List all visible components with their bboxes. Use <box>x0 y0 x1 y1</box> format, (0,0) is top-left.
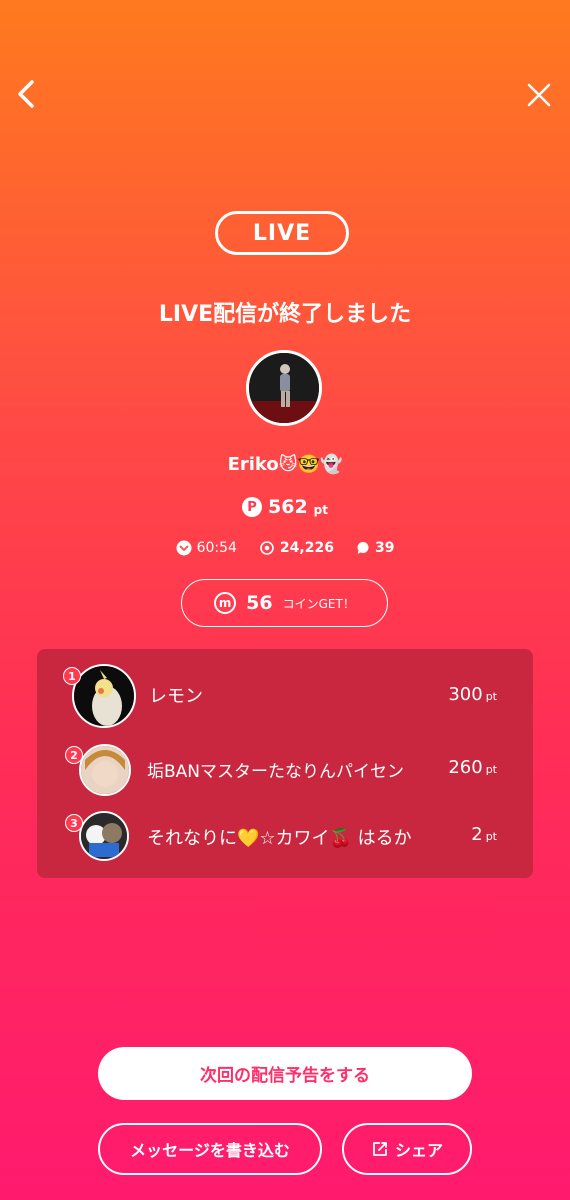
rank-badge: 3 <box>65 814 83 832</box>
schedule-next-stream-label: 次回の配信予告をする <box>200 1066 370 1086</box>
points-unit: pt <box>313 503 328 517</box>
ranking-points-unit: pt <box>485 830 497 843</box>
streamer-points: P 562 pt <box>0 496 570 518</box>
ranking-row[interactable]: 3 それなりに💛☆カワイ🍒 はるか 2 pt <box>37 811 533 861</box>
coin-get-badge[interactable]: m 56 コインGET！ <box>181 579 388 627</box>
close-icon <box>527 83 551 107</box>
points-value: 562 <box>268 496 308 518</box>
stat-duration: 60:54 <box>176 540 237 556</box>
cockatiel-avatar-image <box>74 666 134 726</box>
ranking-avatar <box>72 664 136 728</box>
rank-badge: 2 <box>65 746 83 764</box>
live-badge: LIVE <box>215 211 349 255</box>
ranking-avatar <box>79 811 129 861</box>
stat-viewers: 24,226 <box>259 540 334 556</box>
ranking-points: 300 pt <box>448 684 497 705</box>
streamer-name: Eriko😼🤓👻 <box>227 454 343 475</box>
ranking-points-value: 300 <box>448 684 483 705</box>
write-message-label: メッセージを書き込む <box>130 1141 290 1160</box>
clock-icon <box>176 540 192 556</box>
share-label: シェア <box>394 1141 443 1160</box>
ranking-points-unit: pt <box>485 763 497 776</box>
plush-avatar-image <box>81 813 127 859</box>
ranking-points-value: 260 <box>448 757 483 778</box>
comments-value: 39 <box>374 540 395 556</box>
ranking-points-unit: pt <box>485 690 497 703</box>
page-title: LIVE配信が終了しました <box>158 302 412 327</box>
back-button[interactable] <box>10 78 42 110</box>
coin-value: 56 <box>246 592 273 614</box>
duration-value: 60:54 <box>196 540 237 556</box>
coin-label: コインGET！ <box>282 596 355 611</box>
eye-icon <box>260 541 274 555</box>
points-icon: P <box>242 497 262 517</box>
ranking-name: それなりに💛☆カワイ🍒 はるか <box>147 828 412 849</box>
live-badge-label: LIVE <box>252 220 312 246</box>
streamer-avatar-image <box>249 353 319 423</box>
ranking-name: 垢BANマスターたなりんパイセン <box>147 762 405 782</box>
coin-icon: m <box>214 592 237 614</box>
stat-comments: 39 <box>356 540 394 556</box>
gift-ranking: 1 レモン 300 pt 2 垢BANマスターたなりんパイセン 260 pt 3… <box>37 649 533 878</box>
streamer-avatar[interactable] <box>246 350 322 426</box>
viewers-value: 24,226 <box>279 540 334 556</box>
schedule-next-stream-button[interactable]: 次回の配信予告をする <box>98 1047 472 1100</box>
ranking-name: レモン <box>149 686 203 707</box>
share-button[interactable]: シェア <box>342 1123 472 1175</box>
ranking-row[interactable]: 2 垢BANマスターたなりんパイセン 260 pt <box>37 744 533 796</box>
ranking-avatar <box>79 744 131 796</box>
comment-icon <box>357 542 369 554</box>
share-icon <box>373 1142 387 1156</box>
rank-badge: 1 <box>63 667 81 685</box>
write-message-button[interactable]: メッセージを書き込む <box>98 1123 322 1175</box>
stream-stats: 60:54 24,226 39 <box>0 540 570 556</box>
ranking-points-value: 2 <box>471 824 483 845</box>
ranking-points: 2 pt <box>471 824 497 845</box>
ranking-row[interactable]: 1 レモン 300 pt <box>37 664 533 728</box>
close-button[interactable] <box>524 80 554 110</box>
chevron-left-icon <box>18 80 34 108</box>
ranking-points: 260 pt <box>448 757 497 778</box>
person-avatar-image <box>81 746 129 794</box>
